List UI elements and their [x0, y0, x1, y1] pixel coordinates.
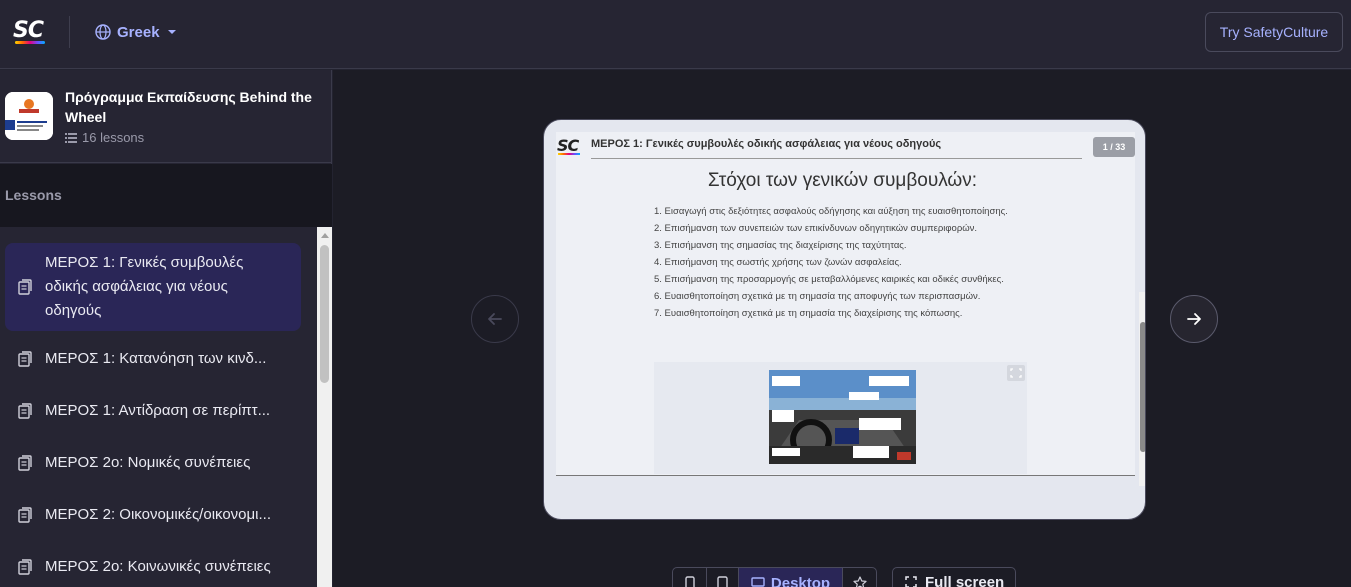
slide-logo-stripe: [558, 153, 580, 155]
course-title: Πρόγραμμα Εκπαίδευσης Behind the Wheel: [65, 89, 312, 125]
course-thumbnail: [5, 92, 53, 140]
phone-icon: [684, 576, 695, 587]
safetyculture-logo[interactable]: SC: [13, 18, 47, 46]
lesson-item-6[interactable]: ΜΕΡΟΣ 2ο: Κοινωνικές συνέπειες: [5, 551, 301, 583]
full-screen-label: Full screen: [925, 573, 1005, 587]
course-header: Πρόγραμμα Εκπαίδευσης Behind the Wheel 1…: [0, 70, 332, 163]
expand-image-icon[interactable]: [1007, 365, 1025, 381]
document-icon: [18, 507, 32, 523]
slide-bottom-divider: [556, 475, 1135, 476]
document-icon: [18, 559, 32, 575]
monitor-icon: [751, 577, 765, 587]
desktop-label: Desktop: [770, 574, 831, 587]
expand-icon: [1010, 368, 1022, 378]
list-icon: [65, 132, 77, 143]
favorite-button[interactable]: [843, 568, 876, 587]
document-icon: [18, 351, 32, 367]
objective-item: 5. Επισήμανση της προσαρμογής σε μεταβαλ…: [654, 274, 1004, 285]
objective-item: 7. Ευαισθητοποίηση σχετικά με τη σημασία…: [654, 308, 963, 319]
slide-divider: [591, 158, 1082, 159]
lesson-item-4[interactable]: ΜΕΡΟΣ 2ο: Νομικές συνέπειες: [5, 447, 301, 479]
document-icon: [18, 403, 32, 419]
lessons-heading-bar: Lessons: [0, 164, 332, 227]
course-logo-icon: [5, 92, 53, 140]
arrow-left-icon: [488, 313, 502, 325]
fullscreen-icon: [905, 576, 917, 587]
next-slide-button[interactable]: [1170, 295, 1218, 343]
lesson-count-text: 16 lessons: [82, 130, 145, 145]
lesson-item-5[interactable]: ΜΕΡΟΣ 2: Οικονομικές/οικονομι...: [5, 499, 301, 531]
lesson-label: ΜΕΡΟΣ 1: Κατανόηση των κινδ...: [45, 350, 267, 367]
page-counter: 1 / 33: [1093, 137, 1135, 157]
globe-icon: [95, 24, 111, 40]
lessons-heading: Lessons: [5, 187, 62, 203]
logo-text: SC: [13, 18, 44, 43]
lesson-label: ΜΕΡΟΣ 2ο: Κοινωνικές συνέπειες: [45, 558, 271, 575]
lesson-item-2[interactable]: ΜΕΡΟΣ 1: Κατανόηση των κινδ...: [5, 343, 301, 375]
lesson-count: 16 lessons: [65, 130, 144, 145]
objective-item: 3. Επισήμανση της σημασίας της διαχείρισ…: [654, 240, 907, 251]
driving-tips-illustration: [769, 370, 916, 464]
objective-item: 4. Επισήμανση της σωστής χρήσης των ζωνώ…: [654, 257, 902, 268]
desktop-view-button[interactable]: Desktop: [739, 568, 843, 587]
previous-slide-button[interactable]: [471, 295, 519, 343]
top-bar: SC Greek Try SafetyCulture: [0, 0, 1351, 69]
slide-scrollbar[interactable]: [1139, 292, 1146, 486]
scroll-up-arrow-icon[interactable]: [320, 233, 329, 238]
objective-item: 1. Εισαγωγή στις δεξιότητες ασφαλούς οδή…: [654, 206, 1008, 217]
objective-item: 6. Ευαισθητοποίηση σχετικά με τη σημασία…: [654, 291, 981, 302]
caret-down-icon: [167, 30, 176, 34]
lesson-label: ΜΕΡΟΣ 2ο: Νομικές συνέπειες: [45, 454, 251, 471]
language-label: Greek: [117, 23, 160, 41]
objective-item: 2. Επισήμανση των συνεπειών των επικίνδυ…: [654, 223, 978, 234]
logo-stripe: [15, 41, 45, 44]
lesson-item-3[interactable]: ΜΕΡΟΣ 1: Αντίδραση σε περίπτ...: [5, 395, 301, 427]
star-icon: [852, 576, 867, 587]
slide-logo: SC: [557, 136, 583, 158]
language-selector[interactable]: Greek: [95, 22, 178, 42]
slide-header: ΜΕΡΟΣ 1: Γενικές συμβουλές οδικής ασφάλε…: [591, 138, 942, 150]
lesson-label: ΜΕΡΟΣ 1: Αντίδραση σε περίπτ...: [45, 402, 271, 419]
arrow-right-icon: [1187, 313, 1201, 325]
full-screen-button[interactable]: Full screen: [892, 567, 1016, 587]
try-safetyculture-button[interactable]: Try SafetyCulture: [1205, 12, 1343, 52]
header-divider: [69, 16, 70, 48]
document-icon: [18, 455, 32, 471]
sidebar-scroll-thumb[interactable]: [320, 245, 329, 383]
mobile-view-button[interactable]: [673, 568, 707, 587]
slide-title: Στόχοι των γενικών συμβουλών:: [707, 170, 978, 191]
slide-preview: SC ΜΕΡΟΣ 1: Γενικές συμβουλές οδικής ασφ…: [543, 119, 1146, 520]
document-icon: [18, 279, 32, 295]
view-mode-toggle: Desktop: [672, 567, 877, 587]
tablet-view-button[interactable]: [707, 568, 739, 587]
lesson-item-1[interactable]: ΜΕΡΟΣ 1: Γενικές συμβουλές οδικής ασφάλε…: [5, 243, 301, 331]
objectives-list: 1. Εισαγωγή στις δεξιότητες ασφαλούς οδή…: [654, 206, 1024, 325]
slide-page: SC ΜΕΡΟΣ 1: Γενικές συμβουλές οδικής ασφ…: [556, 132, 1145, 486]
lesson-label: ΜΕΡΟΣ 2: Οικονομικές/οικονομι...: [45, 506, 272, 523]
tablet-icon: [717, 576, 728, 587]
lesson-label: ΜΕΡΟΣ 1: Γενικές συμβουλές οδικής ασφάλε…: [45, 254, 244, 319]
lesson-list: ΜΕΡΟΣ 1: Γενικές συμβουλές οδικής ασφάλε…: [0, 227, 317, 587]
